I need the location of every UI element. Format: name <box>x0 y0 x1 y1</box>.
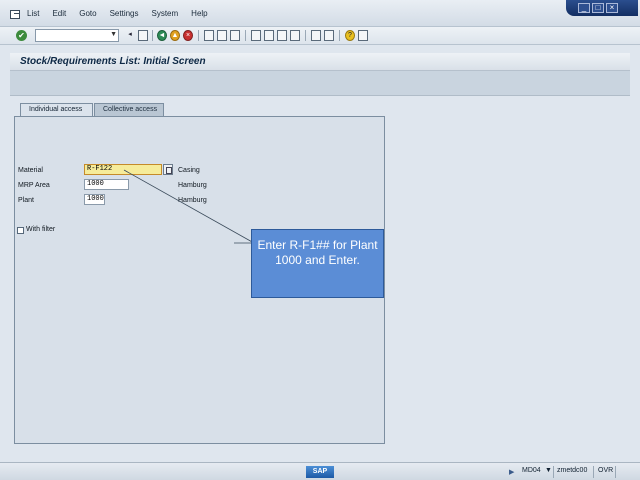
status-divider <box>553 466 554 478</box>
callout-text: Enter R-F1## for Plant 1000 and Enter. <box>257 238 378 267</box>
server-name: zmetdc00 <box>557 467 588 474</box>
status-dropdown-icon[interactable]: ▼ <box>545 467 552 474</box>
status-divider <box>615 466 616 478</box>
status-expand-icon[interactable]: ▶ <box>509 468 514 476</box>
sap-logo: SAP <box>306 466 334 478</box>
status-divider <box>593 466 594 478</box>
instruction-callout: Enter R-F1## for Plant 1000 and Enter. <box>251 229 384 298</box>
status-bar: SAP ▶ MD04 ▼ zmetdc00 OVR <box>0 462 640 480</box>
transaction-code: MD04 <box>522 467 541 474</box>
insert-mode: OVR <box>598 467 614 474</box>
